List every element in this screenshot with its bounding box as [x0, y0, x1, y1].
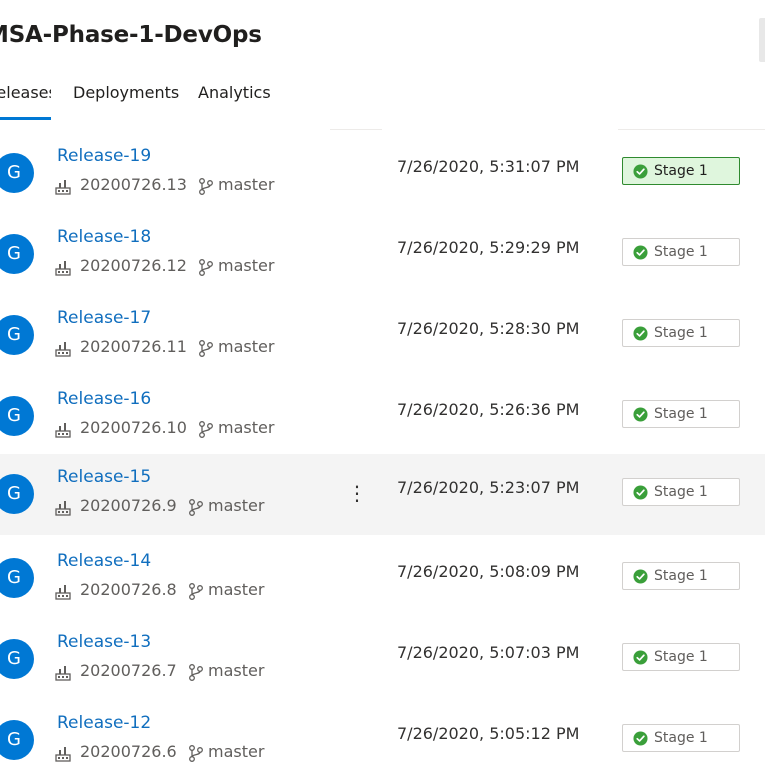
- release-row[interactable]: G Release-19 20200726.13 master 7/26/2020, 5…: [0, 133, 765, 214]
- check-circle-icon: [633, 569, 648, 584]
- release-name-link[interactable]: Release-17: [57, 308, 151, 328]
- release-name-link[interactable]: Release-13: [57, 632, 151, 652]
- branch-name[interactable]: master: [208, 496, 264, 515]
- avatar: G: [0, 234, 34, 274]
- stage-name: Stage 1: [654, 568, 708, 584]
- release-row[interactable]: G Release-12 20200726.6 master 7/26/2020, 5:…: [0, 700, 765, 781]
- stage-badge[interactable]: Stage 1: [622, 319, 740, 347]
- branch-icon: [189, 583, 203, 600]
- check-circle-icon: [633, 485, 648, 500]
- branch-name[interactable]: master: [218, 256, 274, 275]
- build-icon: [55, 423, 71, 438]
- stage-name: Stage 1: [654, 649, 708, 665]
- release-name-link[interactable]: Release-14: [57, 551, 151, 571]
- check-circle-icon: [633, 326, 648, 341]
- stage-name: Stage 1: [654, 730, 708, 746]
- stage-badge[interactable]: Stage 1: [622, 562, 740, 590]
- release-name-link[interactable]: Release-16: [57, 389, 151, 409]
- stage-badge[interactable]: Stage 1: [622, 400, 740, 428]
- build-icon: [55, 747, 71, 762]
- check-circle-icon: [633, 245, 648, 260]
- release-row[interactable]: G Release-13 20200726.7 master 7/26/2020, 5:…: [0, 619, 765, 700]
- check-circle-icon: [633, 407, 648, 422]
- more-actions-icon[interactable]: ⋮: [347, 480, 367, 506]
- release-row[interactable]: G Release-15 20200726.9 master ⋮ 7/26/2020, 5…: [0, 454, 765, 535]
- stage-name: Stage 1: [654, 244, 708, 260]
- branch-icon: [189, 499, 203, 516]
- tab-releases[interactable]: Releases: [0, 82, 51, 120]
- build-number[interactable]: 20200726.13: [80, 175, 187, 194]
- avatar: G: [0, 153, 34, 193]
- tab-deployments[interactable]: Deployments: [73, 82, 179, 120]
- branch-icon: [199, 340, 213, 357]
- build-number[interactable]: 20200726.8: [80, 580, 177, 599]
- build-number[interactable]: 20200726.11: [80, 337, 187, 356]
- release-date: 7/26/2020, 5:31:07 PM: [397, 157, 580, 176]
- avatar: G: [0, 639, 34, 679]
- stage-name: Stage 1: [654, 484, 708, 500]
- build-icon: [55, 585, 71, 600]
- build-icon: [55, 180, 71, 195]
- avatar: G: [0, 396, 34, 436]
- stage-name: Stage 1: [654, 325, 708, 341]
- check-circle-icon: [633, 731, 648, 746]
- release-date: 7/26/2020, 5:29:29 PM: [397, 238, 580, 257]
- branch-icon: [189, 745, 203, 762]
- build-icon: [55, 261, 71, 276]
- branch-icon: [199, 259, 213, 276]
- release-name-link[interactable]: Release-15: [57, 467, 151, 487]
- branch-name[interactable]: master: [218, 418, 274, 437]
- build-number[interactable]: 20200726.9: [80, 496, 177, 515]
- stage-badge[interactable]: Stage 1: [622, 643, 740, 671]
- scrollbar-edge[interactable]: [759, 18, 765, 62]
- build-number[interactable]: 20200726.10: [80, 418, 187, 437]
- divider: [330, 129, 382, 130]
- release-name-link[interactable]: Release-18: [57, 227, 151, 247]
- build-icon: [55, 342, 71, 357]
- release-date: 7/26/2020, 5:23:07 PM: [397, 478, 580, 497]
- tab-bar: Releases Deployments Analytics: [0, 82, 520, 124]
- stage-badge[interactable]: Stage 1: [622, 157, 740, 185]
- check-circle-icon: [633, 164, 648, 179]
- release-date: 7/26/2020, 5:26:36 PM: [397, 400, 580, 419]
- branch-name[interactable]: master: [208, 580, 264, 599]
- avatar: G: [0, 474, 34, 514]
- tab-analytics[interactable]: Analytics: [198, 82, 271, 120]
- branch-name[interactable]: master: [208, 742, 264, 761]
- build-number[interactable]: 20200726.7: [80, 661, 177, 680]
- branch-name[interactable]: master: [208, 661, 264, 680]
- branch-name[interactable]: master: [218, 175, 274, 194]
- stage-badge[interactable]: Stage 1: [622, 478, 740, 506]
- release-date: 7/26/2020, 5:08:09 PM: [397, 562, 580, 581]
- build-number[interactable]: 20200726.12: [80, 256, 187, 275]
- release-row[interactable]: G Release-16 20200726.10 master 7/26/2020, 5…: [0, 376, 765, 457]
- release-date: 7/26/2020, 5:07:03 PM: [397, 643, 580, 662]
- branch-icon: [199, 421, 213, 438]
- release-row[interactable]: G Release-18 20200726.12 master 7/26/2020, 5…: [0, 214, 765, 295]
- build-number[interactable]: 20200726.6: [80, 742, 177, 761]
- release-row[interactable]: G Release-17 20200726.11 master 7/26/2020, 5…: [0, 295, 765, 376]
- stage-name: Stage 1: [654, 406, 708, 422]
- build-icon: [55, 666, 71, 681]
- stage-name: Stage 1: [654, 163, 708, 179]
- avatar: G: [0, 315, 34, 355]
- release-date: 7/26/2020, 5:28:30 PM: [397, 319, 580, 338]
- branch-name[interactable]: master: [218, 337, 274, 356]
- release-date: 7/26/2020, 5:05:12 PM: [397, 724, 580, 743]
- avatar: G: [0, 720, 34, 760]
- release-name-link[interactable]: Release-12: [57, 713, 151, 733]
- avatar: G: [0, 558, 34, 598]
- pipeline-title: MSA-Phase-1-DevOps: [0, 22, 262, 48]
- divider: [618, 129, 765, 130]
- release-row[interactable]: G Release-14 20200726.8 master 7/26/2020, 5:…: [0, 538, 765, 619]
- branch-icon: [199, 178, 213, 195]
- stage-badge[interactable]: Stage 1: [622, 724, 740, 752]
- release-name-link[interactable]: Release-19: [57, 146, 151, 166]
- stage-badge[interactable]: Stage 1: [622, 238, 740, 266]
- check-circle-icon: [633, 650, 648, 665]
- build-icon: [55, 501, 71, 516]
- branch-icon: [189, 664, 203, 681]
